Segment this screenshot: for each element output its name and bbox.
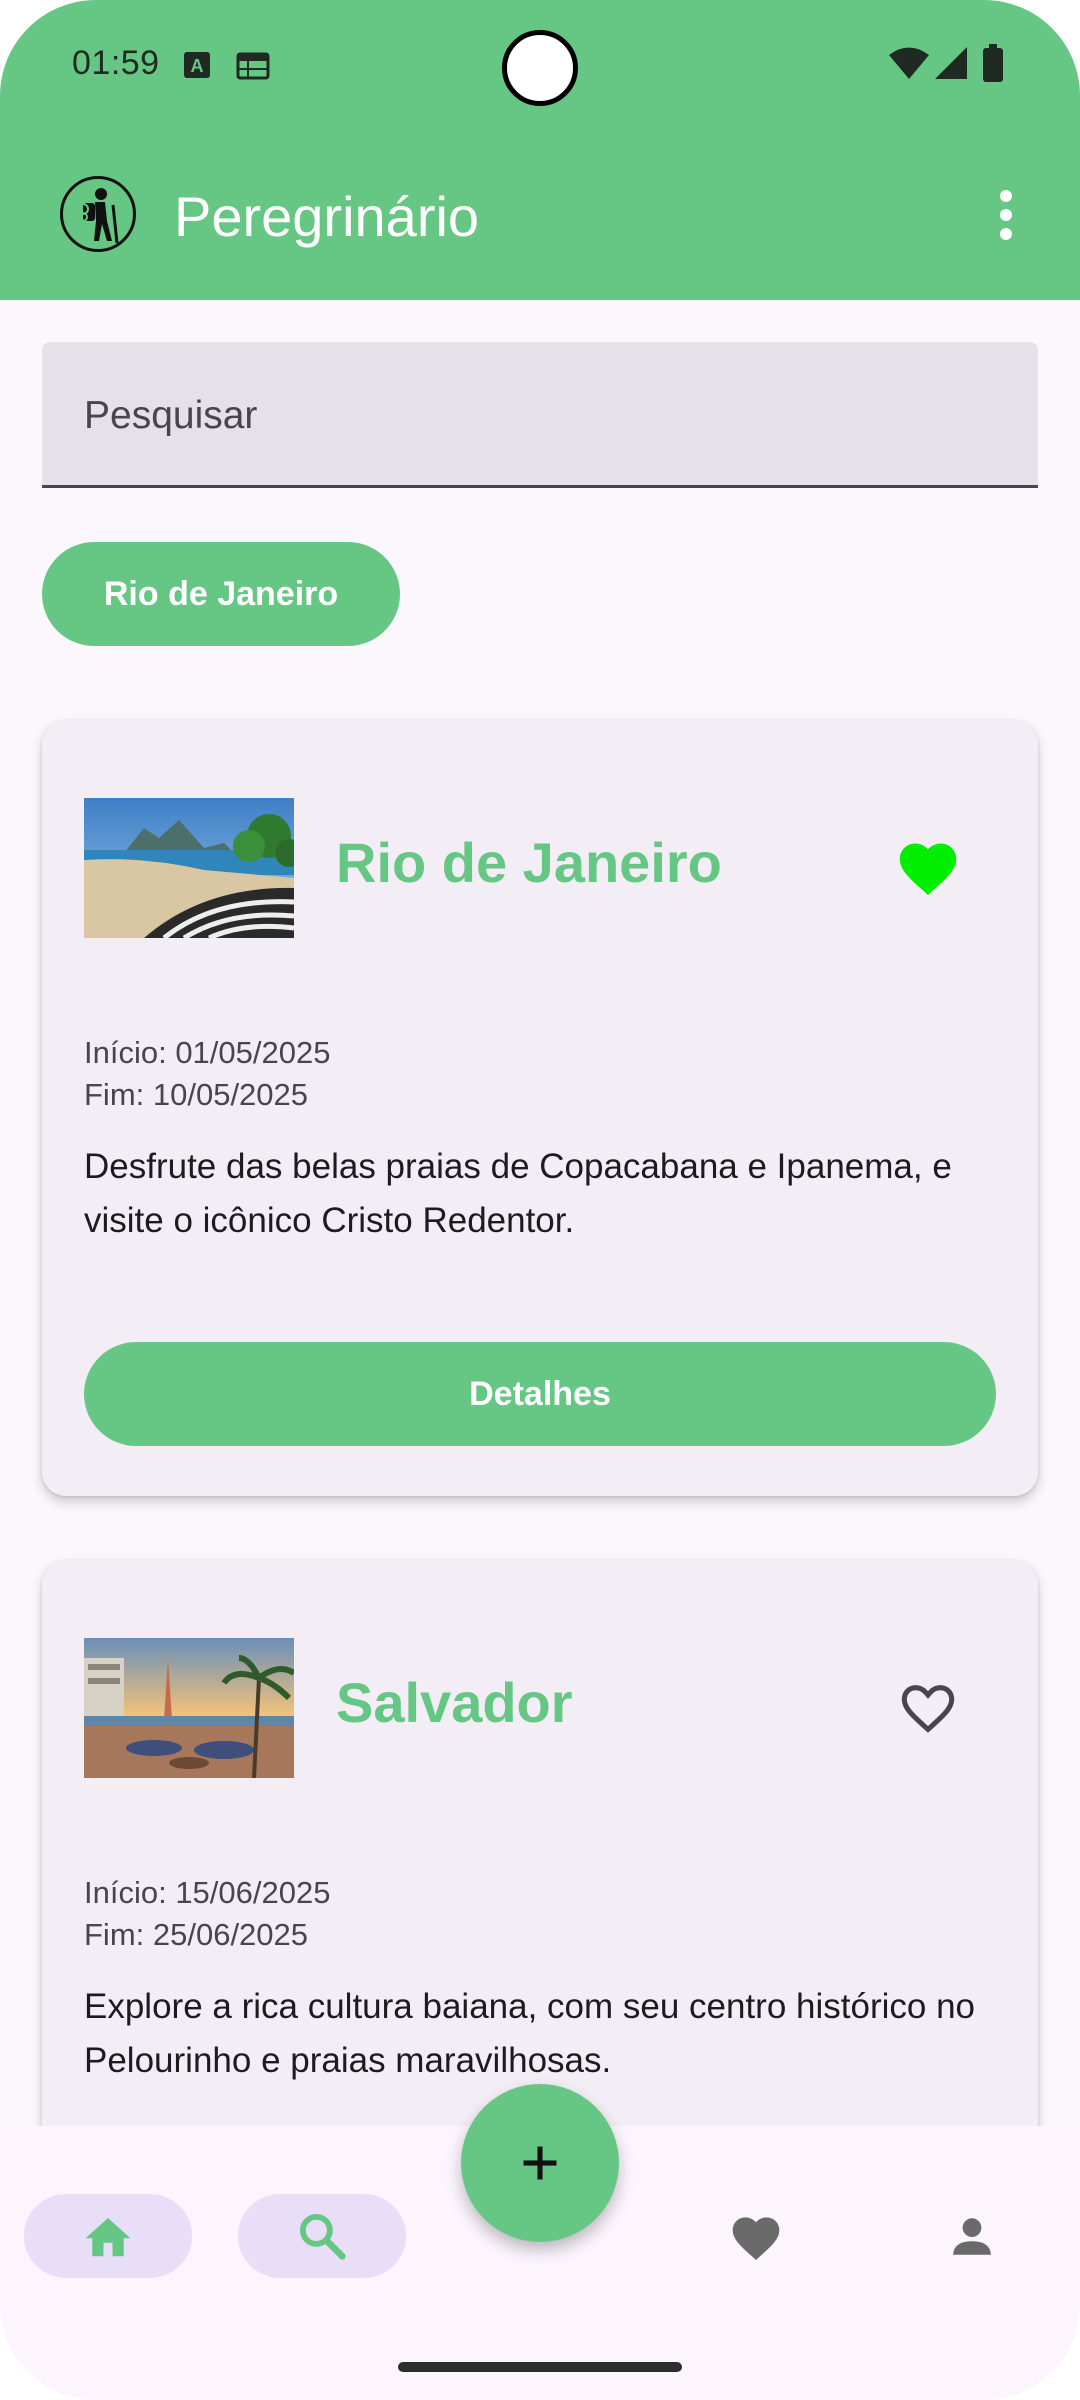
phone-screen: 01:59 A Peregrinário Pesquisar Rio de Ja… xyxy=(0,0,1080,2400)
calendar-notification-icon xyxy=(236,52,270,80)
trip-card: Rio de Janeiro Início: 01/05/2025 Fim: 1… xyxy=(42,720,1038,1496)
heart-filled-icon[interactable] xyxy=(894,835,962,897)
trip-end-date: Fim: 25/06/2025 xyxy=(84,1917,309,1952)
nav-favorites[interactable] xyxy=(672,2194,840,2278)
app-title: Peregrinário xyxy=(174,185,480,248)
wifi-icon xyxy=(889,47,929,79)
trip-start-date: Início: 15/06/2025 xyxy=(84,1875,331,1910)
search-field[interactable] xyxy=(42,342,1038,488)
signal-icon xyxy=(935,47,967,79)
svg-text:A: A xyxy=(191,56,204,76)
hiker-logo-icon xyxy=(60,176,136,252)
home-icon xyxy=(85,2218,131,2257)
search-input[interactable] xyxy=(84,388,984,444)
nav-profile[interactable] xyxy=(888,2194,1056,2278)
trip-description: Desfrute das belas praias de Copacabana … xyxy=(84,1147,952,1240)
nav-search[interactable] xyxy=(238,2194,406,2278)
overflow-menu-icon[interactable] xyxy=(990,190,1022,242)
heart-icon xyxy=(732,2217,780,2261)
trip-image-rio xyxy=(84,798,294,938)
heart-outline-icon[interactable] xyxy=(894,1675,962,1737)
nav-home[interactable] xyxy=(24,2194,192,2278)
search-icon xyxy=(299,2213,346,2260)
trip-title: Rio de Janeiro xyxy=(336,831,722,894)
keyboard-notification-icon: A xyxy=(184,52,210,78)
status-time: 01:59 xyxy=(72,44,160,82)
plus-icon xyxy=(523,2146,557,2180)
details-button[interactable]: Detalhes xyxy=(84,1342,996,1446)
battery-icon xyxy=(983,44,1003,82)
trip-dates: Início: 15/06/2025 Fim: 25/06/2025 xyxy=(84,1872,330,1956)
home-indicator[interactable] xyxy=(398,2362,682,2372)
app-header: 01:59 A Peregrinário xyxy=(0,0,1080,300)
add-trip-button[interactable] xyxy=(461,2084,619,2242)
trip-start-date: Início: 01/05/2025 xyxy=(84,1035,331,1070)
trip-end-date: Fim: 10/05/2025 xyxy=(84,1077,309,1112)
front-camera xyxy=(502,30,578,106)
trip-description: Explore a rica cultura baiana, com seu c… xyxy=(84,1987,976,2080)
trip-image-salvador xyxy=(84,1638,294,1778)
trip-dates: Início: 01/05/2025 Fim: 10/05/2025 xyxy=(84,1032,330,1116)
filter-chip-rio[interactable]: Rio de Janeiro xyxy=(42,542,400,646)
person-icon xyxy=(953,2218,991,2255)
trip-title: Salvador xyxy=(336,1671,573,1734)
